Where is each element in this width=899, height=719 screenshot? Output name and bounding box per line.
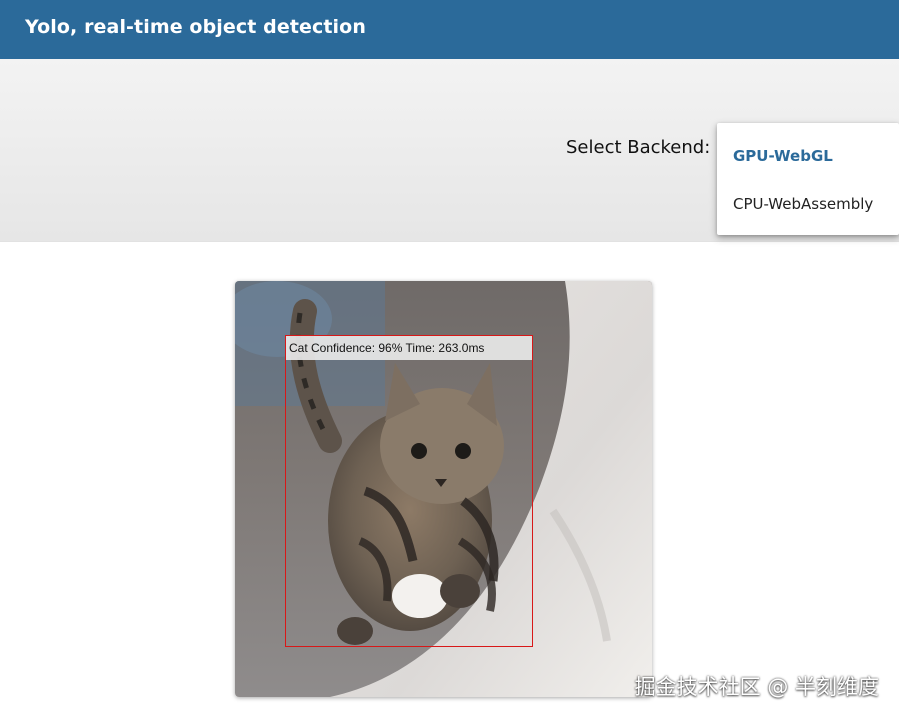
backend-dropdown-menu[interactable]: GPU-WebGL CPU-WebAssembly xyxy=(717,123,899,235)
backend-label: Select Backend: xyxy=(566,137,711,158)
backend-option-cpu-webassembly[interactable]: CPU-WebAssembly xyxy=(733,195,873,213)
backend-option-gpu-webgl[interactable]: GPU-WebGL xyxy=(733,147,833,165)
app-header: Yolo, real-time object detection xyxy=(0,0,899,59)
detection-bounding-box: Cat Confidence: 96% Time: 263.0ms xyxy=(285,335,533,647)
watermark-text: 掘金技术社区 @ 半刻维度 xyxy=(634,675,879,699)
detection-image-card: Cat Confidence: 96% Time: 263.0ms xyxy=(235,281,652,697)
page-title: Yolo, real-time object detection xyxy=(25,16,366,38)
detection-label: Cat Confidence: 96% Time: 263.0ms xyxy=(286,336,532,360)
app-window: Yolo, real-time object detection Select … xyxy=(0,0,899,719)
